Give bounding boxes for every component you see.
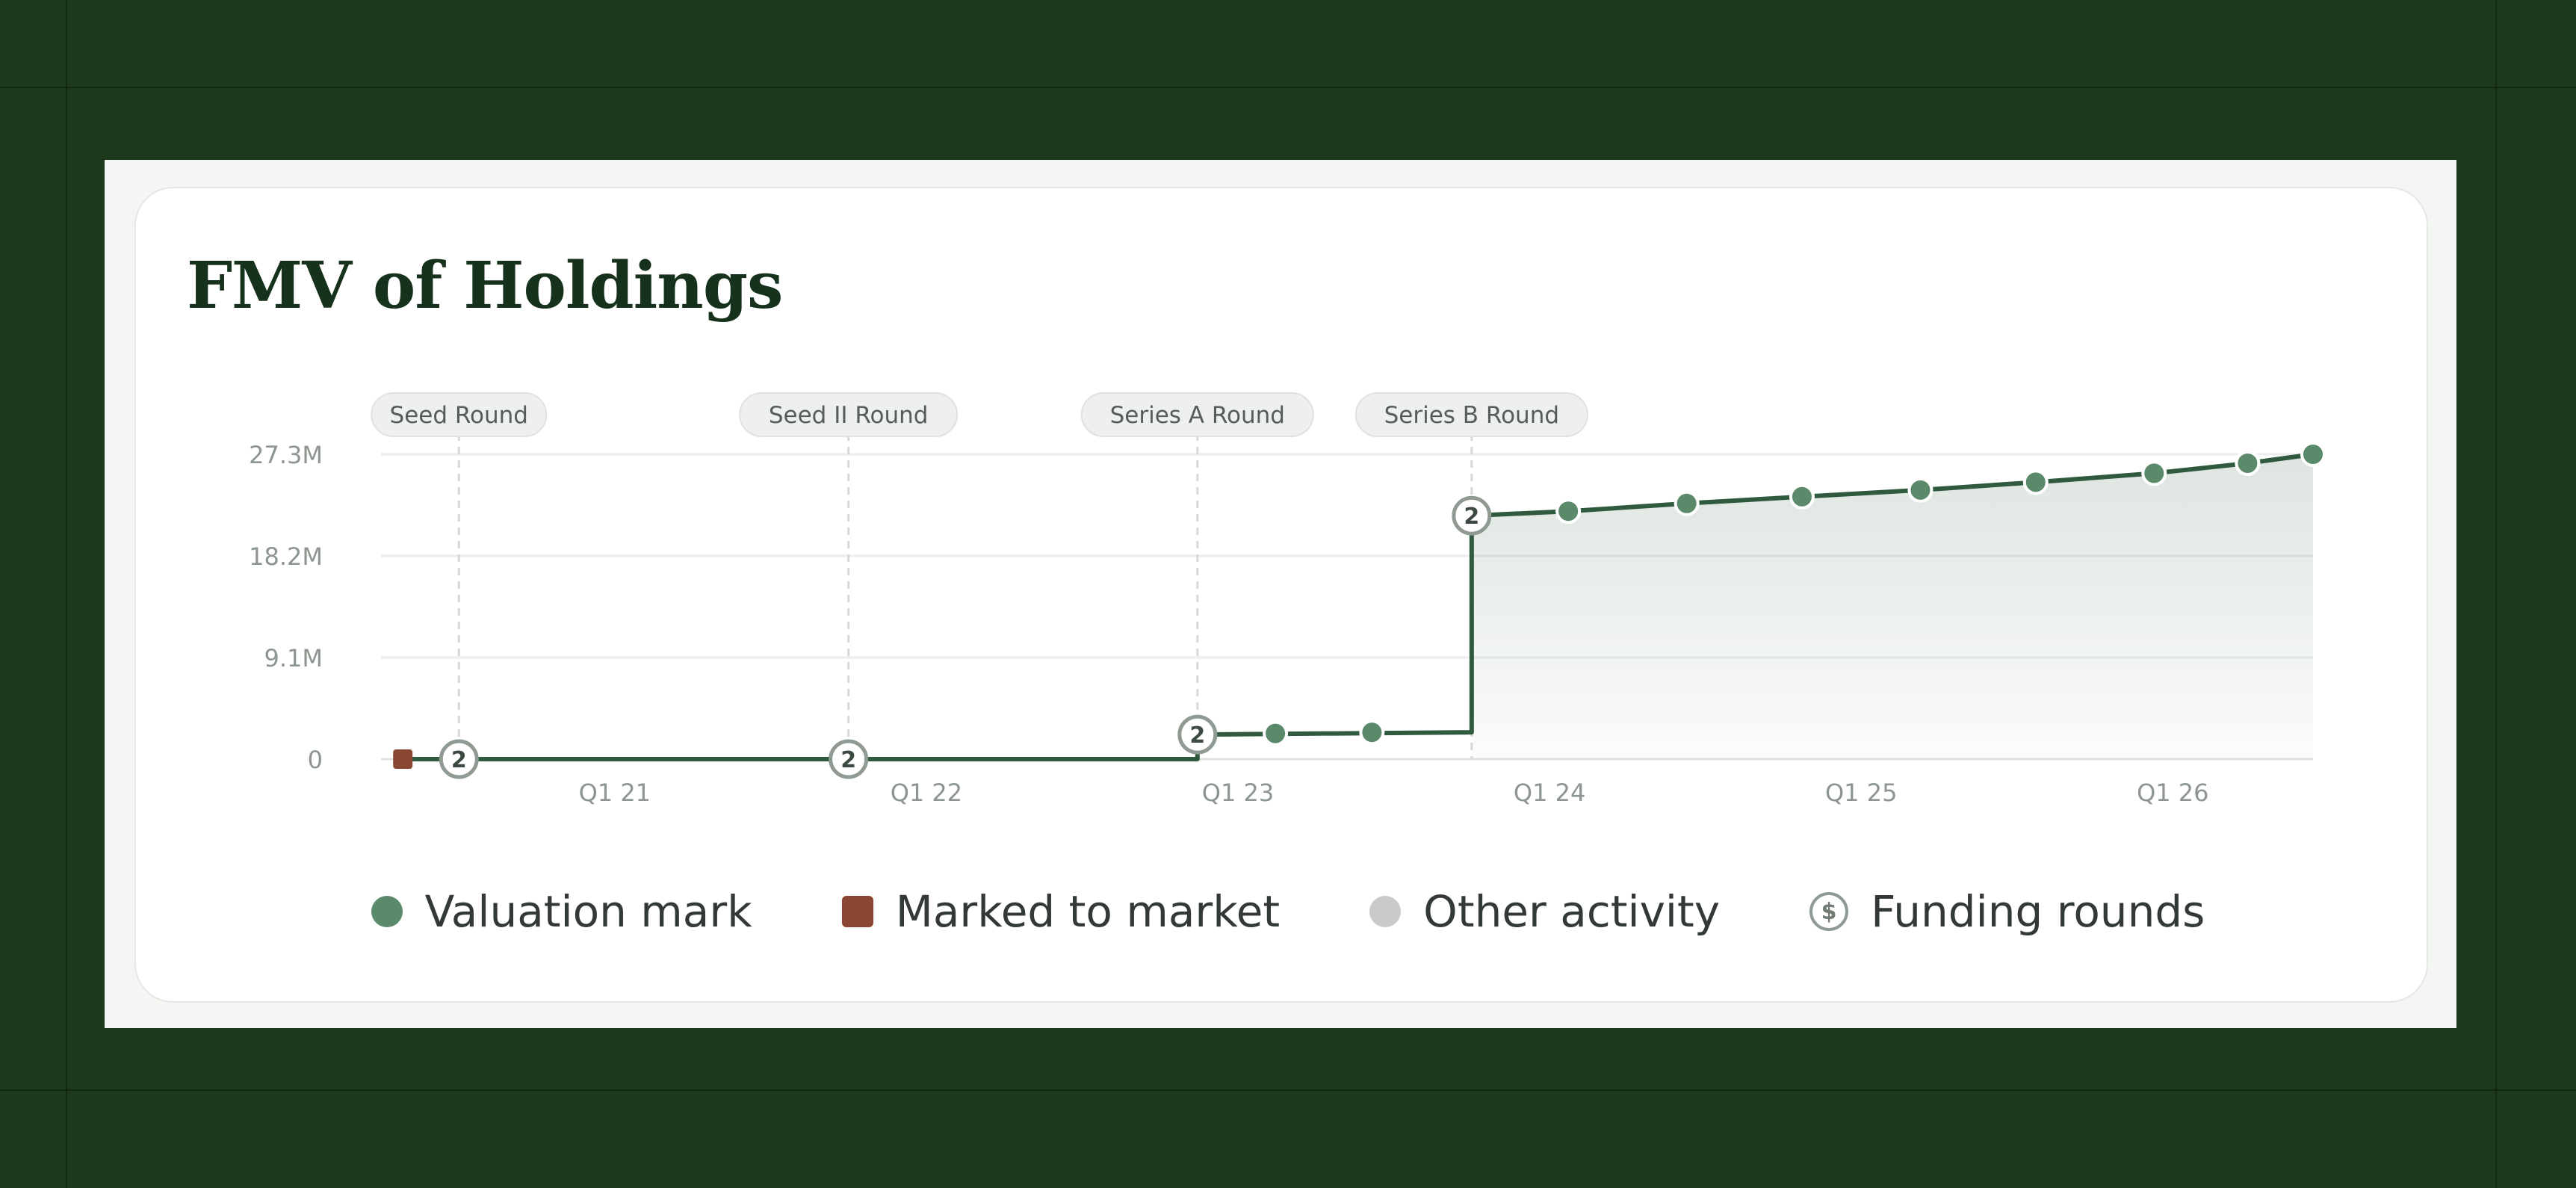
funding-round-count: 2 [451,747,467,773]
fmv-area [1471,454,2313,759]
y-tick-label: 9.1M [264,644,323,672]
x-tick-label: Q1 24 [1514,779,1585,807]
funding-round-label: Seed Round [390,402,528,429]
legend-label: Valuation mark [424,886,752,937]
valuation-mark-point[interactable] [1263,720,1289,746]
funding-round-count: 2 [1464,504,1479,530]
valuation-mark-swatch-icon [371,896,403,927]
y-tick-label: 27.3M [249,441,323,469]
x-tick-label: Q1 21 [579,779,651,807]
legend-label: Other activity [1423,886,1721,937]
x-tick-label: Q1 25 [1825,779,1897,807]
legend-label: Marked to market [895,886,1281,937]
funding-round-label: Series B Round [1384,402,1559,429]
valuation-mark-point[interactable] [2300,442,2326,467]
valuation-mark-point[interactable] [2022,469,2049,495]
legend-item-valuation-mark[interactable]: Valuation mark [371,886,752,937]
funding-round-count: 2 [840,747,856,773]
valuation-mark-point[interactable] [1907,477,1933,503]
valuation-mark-point[interactable] [2141,460,2167,486]
marked-to-market-swatch-icon [841,896,873,927]
x-tick-label: Q1 23 [1202,779,1274,807]
legend-item-marked-to-market[interactable]: Marked to market [841,886,1281,937]
dollar-icon: $ [1809,892,1849,931]
funding-round-label: Series A Round [1110,402,1285,429]
y-tick-label: 0 [308,746,323,774]
funding-round-label: Seed II Round [769,402,929,429]
fmv-chart: 0 9.1M 18.2M 27.3M Q1 21 Q1 22 Q1 23 Q1 24 Q1 25… [249,392,2326,807]
y-tick-label: 18.2M [249,542,323,571]
legend-label: Funding rounds [1871,886,2205,937]
other-activity-swatch-icon [1369,896,1402,927]
valuation-mark-point[interactable] [2235,450,2261,476]
legend-item-funding-rounds[interactable]: $ Funding rounds [1809,886,2205,937]
valuation-mark-point[interactable] [1359,720,1385,746]
x-tick-label: Q1 22 [891,779,962,807]
marked-to-market-marker[interactable] [393,749,413,769]
x-tick-label: Q1 26 [2137,779,2208,807]
legend-item-other-activity[interactable]: Other activity [1369,886,1720,937]
chart-legend: Valuation mark Marked to market Other ac… [0,882,2576,941]
valuation-mark-point[interactable] [1555,498,1582,525]
valuation-mark-point[interactable] [1674,490,1700,516]
valuation-mark-point[interactable] [1789,483,1815,510]
funding-round-count: 2 [1189,723,1205,749]
